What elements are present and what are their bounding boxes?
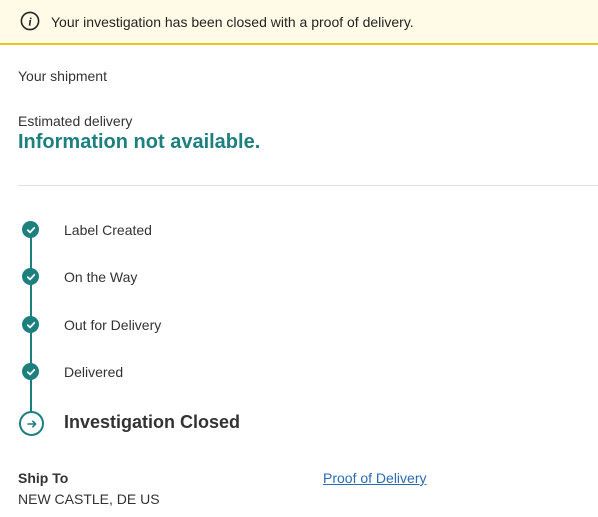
proof-of-delivery-link[interactable]: Proof of Delivery	[323, 470, 426, 486]
timeline-step-out-for-delivery: Out for Delivery	[64, 317, 162, 333]
check-icon	[22, 268, 39, 285]
ship-to-value: NEW CASTLE, DE US	[18, 491, 160, 507]
shipment-timeline: Label Created On the Way Out for Deliver…	[0, 0, 598, 517]
timeline-step-delivered: Delivered	[64, 364, 124, 380]
arrow-right-icon	[19, 411, 44, 436]
timeline-step-on-the-way: On the Way	[64, 269, 138, 285]
check-icon	[22, 363, 39, 380]
timeline-step-label-created: Label Created	[64, 222, 152, 238]
ship-to-label: Ship To	[18, 470, 69, 486]
timeline-step-investigation-closed: Investigation Closed	[64, 412, 241, 432]
check-icon	[22, 221, 39, 238]
check-icon	[22, 316, 39, 333]
